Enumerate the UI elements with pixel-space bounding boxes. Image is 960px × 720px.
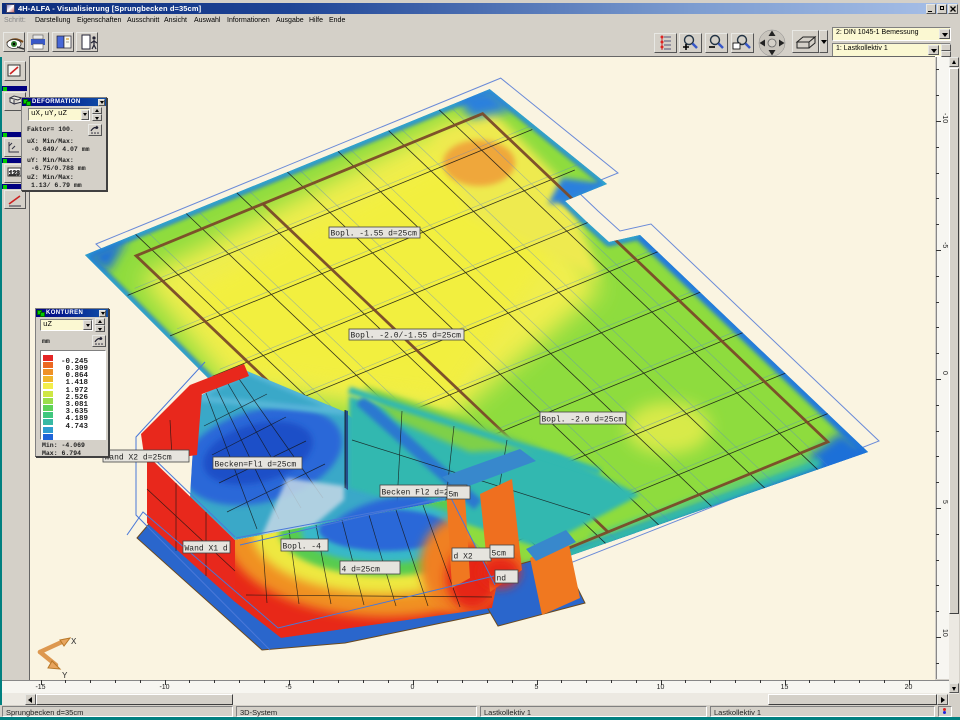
svg-text:4 d=25cm: 4 d=25cm (342, 566, 381, 575)
svg-text:5m: 5m (449, 491, 459, 500)
svg-text:Becken=Fl1 d=25cm: Becken=Fl1 d=25cm (215, 461, 297, 470)
svg-text:d X2: d X2 (454, 553, 473, 562)
svg-text:X: X (71, 637, 77, 647)
svg-text:Bopl. -1.55 d=25cm: Bopl. -1.55 d=25cm (331, 230, 418, 239)
svg-text:Wand X1 d: Wand X1 d (185, 545, 228, 554)
svg-text:nd: nd (497, 575, 507, 584)
svg-text:123: 123 (9, 170, 20, 177)
svg-text:Bopl. -2.0/-1.55 d=25cm: Bopl. -2.0/-1.55 d=25cm (351, 332, 462, 341)
svg-text:Wand X2 d=25cm: Wand X2 d=25cm (105, 454, 172, 463)
svg-text:Bopl. -4: Bopl. -4 (283, 543, 322, 552)
svg-text:5cm: 5cm (492, 550, 507, 559)
svg-text:Y: Y (62, 671, 68, 680)
svg-text:Bopl. -2.0 d=25cm: Bopl. -2.0 d=25cm (542, 416, 624, 425)
